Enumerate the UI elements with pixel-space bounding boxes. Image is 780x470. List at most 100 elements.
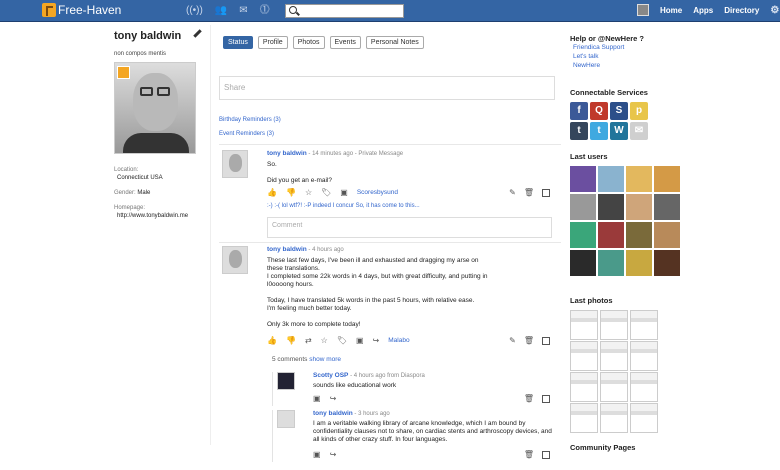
tab-profile[interactable]: Profile [257, 36, 288, 49]
comment-input[interactable]: Comment [267, 217, 552, 238]
gear-icon[interactable]: ⚙ [770, 5, 779, 16]
nav-home-link[interactable]: Home [660, 6, 682, 15]
emoji-shortcuts[interactable]: :-) :-( lol wtf?! :-P indeed I concur So… [267, 203, 420, 209]
user-avatar[interactable] [570, 222, 596, 248]
photo-thumbnail[interactable] [570, 341, 598, 371]
share-icon[interactable]: ↪ [330, 394, 337, 403]
event-reminders-link[interactable]: Event Reminders (3) [219, 131, 274, 137]
photo-thumbnail[interactable] [630, 341, 658, 371]
file-icon[interactable]: ▣ [313, 450, 321, 459]
select-checkbox[interactable] [542, 188, 550, 197]
tab-status[interactable]: Status [223, 36, 253, 49]
trash-icon[interactable]: 🗑 [524, 188, 534, 197]
comment-author-avatar[interactable] [277, 372, 295, 390]
user-avatar[interactable] [637, 4, 649, 16]
tumblr-icon[interactable]: t [570, 122, 588, 140]
file-icon[interactable]: ▣ [313, 394, 321, 403]
network-icon[interactable]: ((•)) [186, 5, 203, 16]
photo-thumbnail[interactable] [570, 310, 598, 340]
photo-thumbnail[interactable] [630, 372, 658, 402]
site-logo[interactable]: Free-Haven [42, 3, 121, 17]
edit-icon[interactable]: ✎ [509, 336, 516, 345]
post-author[interactable]: tony baldwin [267, 150, 307, 157]
user-avatar[interactable] [598, 250, 624, 276]
user-avatar[interactable] [654, 166, 680, 192]
search-input[interactable] [300, 6, 400, 17]
user-avatar[interactable] [654, 250, 680, 276]
star-icon[interactable]: ☆ [321, 336, 328, 345]
help-link[interactable]: Friendica Support [573, 43, 670, 52]
user-avatar[interactable] [626, 250, 652, 276]
user-avatar[interactable] [626, 166, 652, 192]
share-input[interactable]: Share [219, 76, 555, 100]
birthday-reminders-link[interactable]: Birthday Reminders (3) [219, 117, 281, 123]
wordpress-icon[interactable]: W [610, 122, 628, 140]
like-icon[interactable]: 👍 [267, 188, 277, 197]
photo-thumbnail[interactable] [600, 372, 628, 402]
like-icon[interactable]: 👍 [267, 336, 277, 345]
select-checkbox[interactable] [542, 336, 550, 345]
facebook-icon[interactable]: f [570, 102, 588, 120]
statusnet-icon[interactable]: S [610, 102, 628, 120]
email-icon[interactable]: ✉ [630, 122, 648, 140]
post-author-avatar[interactable] [222, 246, 248, 274]
user-avatar[interactable] [626, 222, 652, 248]
user-avatar[interactable] [626, 194, 652, 220]
comment-author-avatar[interactable] [277, 410, 295, 428]
dislike-icon[interactable]: 👎 [286, 188, 296, 197]
user-avatar[interactable] [570, 250, 596, 276]
feed-icon[interactable]: Q [590, 102, 608, 120]
twitter-icon[interactable]: t [590, 122, 608, 140]
tag-icon[interactable]: 🏷 [321, 188, 331, 197]
user-avatar[interactable] [570, 194, 596, 220]
nav-directory-link[interactable]: Directory [724, 6, 759, 15]
search-icon[interactable] [289, 6, 297, 14]
star-icon[interactable]: ☆ [305, 188, 312, 197]
select-checkbox[interactable] [542, 394, 550, 403]
photo-thumbnail[interactable] [570, 372, 598, 402]
photo-thumbnail[interactable] [600, 310, 628, 340]
photo-thumbnail[interactable] [630, 310, 658, 340]
tab-events[interactable]: Events [329, 36, 361, 49]
posterous-icon[interactable]: p [630, 102, 648, 120]
tag-icon[interactable]: 🏷 [337, 336, 347, 345]
comment-author[interactable]: Scotty OSP [313, 372, 348, 379]
user-avatar[interactable] [598, 166, 624, 192]
share-icon[interactable]: ↪ [330, 450, 337, 459]
user-avatar[interactable] [598, 194, 624, 220]
post-author[interactable]: tony baldwin [267, 246, 307, 253]
file-icon[interactable]: ▣ [356, 336, 364, 345]
file-icon[interactable]: ▣ [340, 188, 348, 197]
nav-apps-link[interactable]: Apps [693, 6, 713, 15]
select-checkbox[interactable] [542, 450, 550, 459]
user-avatar[interactable] [654, 194, 680, 220]
photo-thumbnail[interactable] [600, 341, 628, 371]
photo-thumbnail[interactable] [570, 403, 598, 433]
notifications-icon[interactable]: ⓵ [260, 5, 270, 16]
user-avatar[interactable] [598, 222, 624, 248]
homepage-link[interactable]: http://www.tonybaldwin.me [117, 213, 209, 219]
photo-thumbnail[interactable] [630, 403, 658, 433]
dislike-icon[interactable]: 👎 [286, 336, 296, 345]
post-location-link[interactable]: Malabo [388, 337, 409, 344]
tab-photos[interactable]: Photos [292, 36, 325, 49]
share-icon[interactable]: ↪ [373, 336, 380, 345]
user-avatar[interactable] [654, 222, 680, 248]
post-author-avatar[interactable] [222, 150, 248, 178]
trash-icon[interactable]: 🗑 [524, 394, 534, 403]
photo-thumbnail[interactable] [600, 403, 628, 433]
post-body: So. Did you get an e-mail? [267, 161, 547, 185]
tab-personal-notes[interactable]: Personal Notes [365, 36, 424, 49]
retweet-icon[interactable]: ⇄ [305, 336, 312, 345]
help-link[interactable]: Let's talk [573, 52, 670, 61]
messages-icon[interactable]: ✉ [239, 5, 247, 16]
user-avatar[interactable] [570, 166, 596, 192]
trash-icon[interactable]: 🗑 [524, 336, 534, 345]
help-link[interactable]: NewHere [573, 61, 670, 70]
contacts-icon[interactable]: 👥 [215, 5, 227, 16]
post-location-link[interactable]: Scoresbysund [357, 189, 398, 196]
show-more-link[interactable]: show more [309, 356, 341, 363]
edit-icon[interactable]: ✎ [509, 188, 516, 197]
comment-author[interactable]: tony baldwin [313, 410, 353, 417]
trash-icon[interactable]: 🗑 [524, 450, 534, 459]
